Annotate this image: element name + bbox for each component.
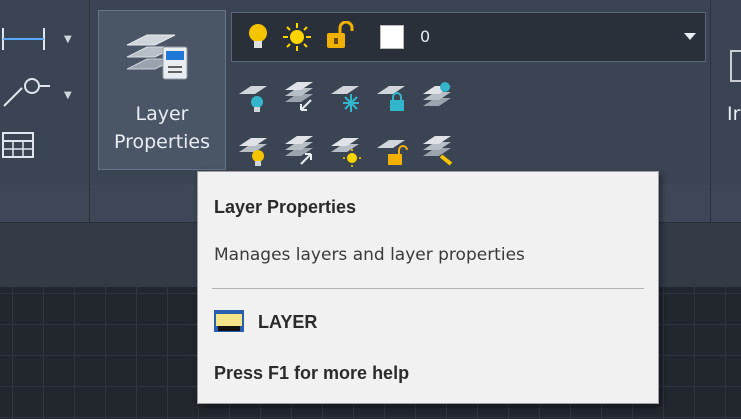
- panel-divider: [710, 0, 711, 222]
- layer-isolate-icon: [423, 136, 453, 166]
- layer-thaw-icon: [331, 138, 361, 167]
- layer-make-current-button[interactable]: [283, 134, 319, 168]
- layer-properties-button[interactable]: Layer Properties: [98, 10, 226, 170]
- leader-tool[interactable]: ▼: [0, 74, 80, 114]
- layer-isolate-button[interactable]: [421, 134, 457, 168]
- layer-on-icon: [239, 86, 267, 112]
- dimension-tool[interactable]: ▼: [0, 22, 80, 58]
- sun-thaw-icon: [283, 23, 311, 51]
- panel-divider: [89, 0, 90, 222]
- layer-unlock-button[interactable]: [375, 134, 411, 168]
- color-swatch: [380, 25, 404, 49]
- layer-thaw-button[interactable]: [329, 134, 365, 168]
- layer-properties-label-line1: Layer: [135, 103, 189, 125]
- lightbulb-on-icon: [249, 24, 267, 48]
- layer-dropdown[interactable]: 0: [231, 12, 706, 62]
- layer-states-button[interactable]: [421, 80, 457, 114]
- layer-off-button[interactable]: [237, 134, 273, 168]
- dimension-icon: [2, 28, 45, 50]
- insert-label-fragment: Ir: [727, 103, 741, 125]
- insert-block-icon[interactable]: [730, 50, 741, 82]
- tooltip: Layer Properties Manages layers and laye…: [197, 171, 659, 404]
- layer-match-icon: [285, 82, 313, 111]
- layer-states-icon: [423, 82, 451, 106]
- layer-freeze-button[interactable]: [329, 80, 365, 114]
- padlock-unlocked-icon: [327, 21, 354, 48]
- layer-match-button[interactable]: [283, 80, 319, 114]
- chevron-down-icon: ▼: [64, 90, 72, 101]
- layer-make-current-icon: [285, 136, 313, 165]
- chevron-down-icon: ▼: [64, 34, 72, 45]
- tooltip-title: Layer Properties: [214, 197, 357, 217]
- tooltip-help: Press F1 for more help: [214, 363, 410, 383]
- layer-off-icon: [239, 138, 267, 166]
- tooltip-description: Manages layers and layer properties: [214, 245, 525, 265]
- layer-properties-label-line2: Properties: [113, 131, 211, 153]
- layer-on-button[interactable]: [237, 80, 273, 114]
- layer-unlock-icon: [377, 140, 408, 165]
- table-tool[interactable]: [0, 128, 40, 168]
- layer-lock-button[interactable]: [375, 80, 411, 114]
- leader-icon: [3, 78, 50, 107]
- layer-properties-icon: [126, 34, 188, 80]
- layer-command-icon: [214, 310, 244, 332]
- layer-freeze-icon: [331, 86, 359, 112]
- tooltip-command: LAYER: [258, 312, 318, 332]
- chevron-down-icon: [684, 33, 696, 40]
- layer-lock-icon: [377, 86, 405, 111]
- table-icon: [2, 132, 34, 158]
- tooltip-separator: [212, 288, 644, 289]
- current-layer-name: 0: [420, 27, 431, 46]
